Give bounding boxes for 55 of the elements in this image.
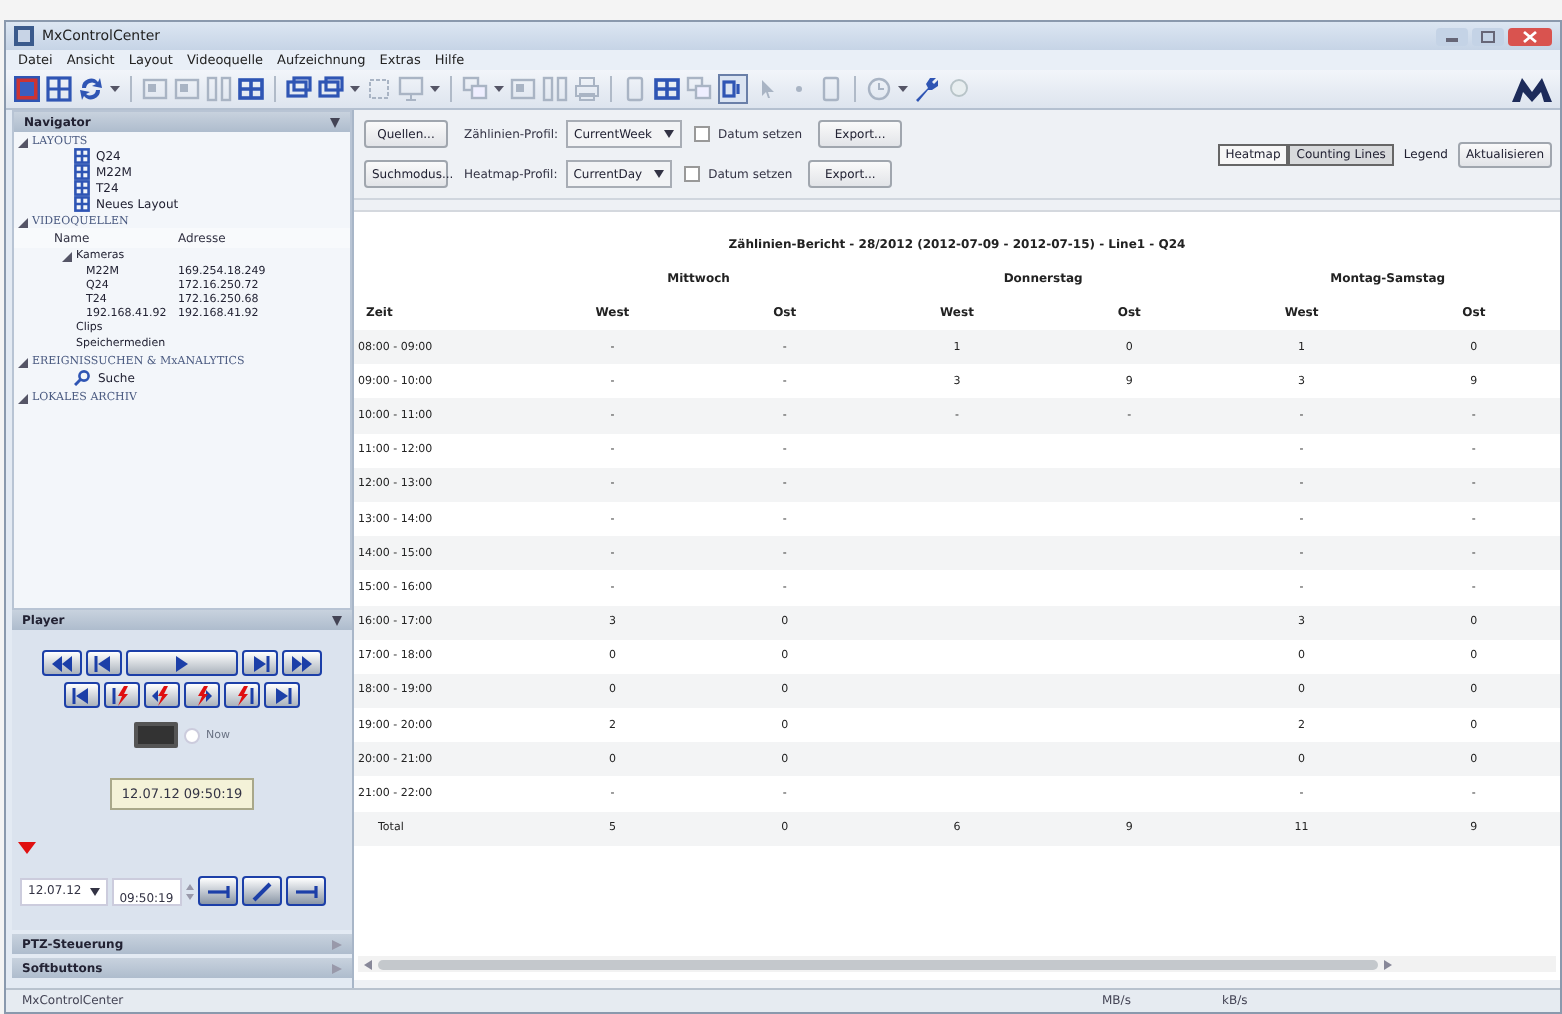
collapse-triangle-icon[interactable] bbox=[18, 393, 28, 403]
grid-icon[interactable] bbox=[238, 76, 264, 102]
dropdown-arrow-icon bbox=[654, 170, 665, 178]
grid-icon[interactable] bbox=[654, 76, 680, 102]
search-icon bbox=[74, 370, 90, 386]
grid-icon[interactable] bbox=[46, 76, 72, 102]
horizontal-scrollbar[interactable] bbox=[358, 956, 1556, 972]
previous-button[interactable] bbox=[86, 650, 122, 676]
step-back-event-button[interactable] bbox=[144, 682, 180, 708]
fast-forward-icon bbox=[288, 653, 316, 673]
date-checkbox[interactable] bbox=[684, 166, 701, 182]
wrench-icon[interactable] bbox=[914, 76, 940, 102]
last-frame-button[interactable] bbox=[264, 682, 300, 708]
previous-event-button[interactable] bbox=[104, 682, 140, 708]
refresh-icon[interactable] bbox=[78, 76, 104, 102]
window-icon[interactable] bbox=[286, 76, 312, 102]
next-button[interactable] bbox=[242, 650, 278, 676]
collapse-triangle-icon[interactable] bbox=[18, 217, 28, 227]
first-frame-icon bbox=[70, 685, 94, 705]
date-checkbox[interactable] bbox=[694, 126, 711, 142]
collapse-triangle-icon[interactable] bbox=[62, 251, 72, 261]
collapse-triangle-icon[interactable] bbox=[18, 137, 28, 147]
expand-arrow-icon bbox=[332, 939, 342, 949]
fast-forward-button[interactable] bbox=[282, 650, 322, 676]
next-icon bbox=[248, 653, 272, 673]
position-marker-icon bbox=[18, 842, 36, 854]
minimize-icon[interactable] bbox=[1436, 27, 1468, 45]
monitor-icon bbox=[134, 722, 178, 748]
play-icon bbox=[174, 653, 190, 673]
dropdown-arrow-icon bbox=[89, 887, 100, 895]
scroll-right-icon[interactable] bbox=[1384, 959, 1392, 969]
first-frame-button[interactable] bbox=[64, 682, 100, 708]
jump-start-button[interactable] bbox=[197, 876, 238, 906]
dropdown-arrow-icon bbox=[664, 130, 675, 138]
last-frame-icon bbox=[270, 685, 294, 705]
collapse-triangle-icon[interactable] bbox=[18, 357, 28, 367]
now-checkbox[interactable] bbox=[184, 727, 200, 743]
previous-event-icon bbox=[110, 685, 134, 705]
step-back-event-icon bbox=[150, 685, 174, 705]
logo-icon bbox=[1512, 74, 1552, 104]
maximize-icon[interactable] bbox=[1472, 27, 1504, 45]
rewind-icon bbox=[48, 653, 76, 673]
rewind-button[interactable] bbox=[42, 650, 82, 676]
step-forward-event-button[interactable] bbox=[184, 682, 220, 708]
app-icon bbox=[14, 26, 34, 46]
next-event-button[interactable] bbox=[224, 682, 260, 708]
previous-icon bbox=[92, 653, 116, 673]
scroll-left-icon[interactable] bbox=[364, 959, 372, 969]
edit-button[interactable] bbox=[241, 876, 282, 906]
close-icon[interactable] bbox=[1508, 27, 1552, 45]
window-icon[interactable] bbox=[318, 76, 344, 102]
scrollbar-thumb[interactable] bbox=[378, 959, 1378, 969]
expand-arrow-icon bbox=[332, 963, 342, 973]
jump-end-button[interactable] bbox=[285, 876, 326, 906]
play-button[interactable] bbox=[126, 650, 238, 676]
